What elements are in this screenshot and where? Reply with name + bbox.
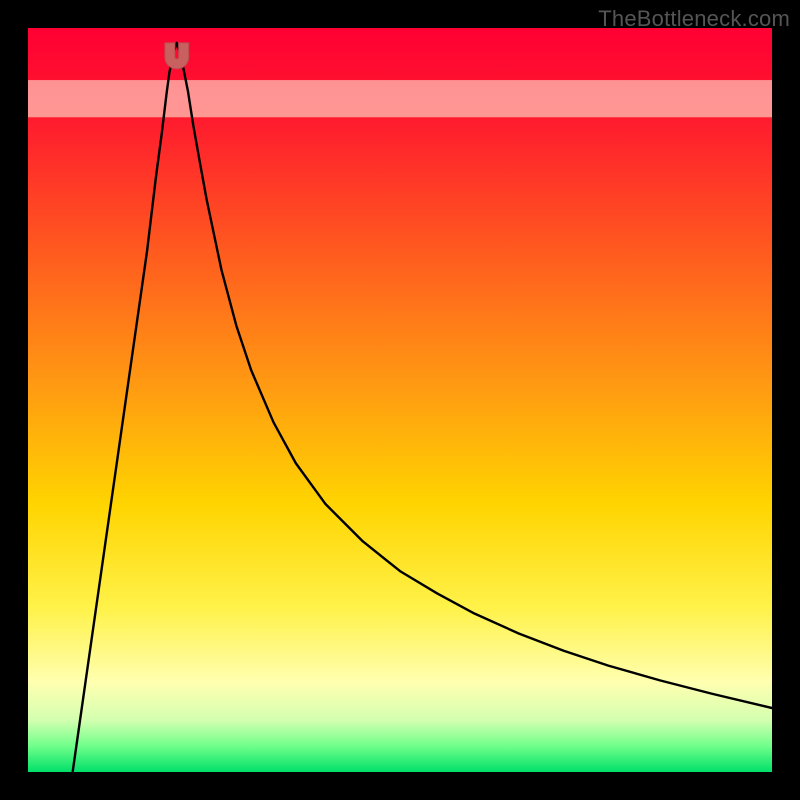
- white-band: [28, 80, 772, 117]
- gradient-background: [28, 28, 772, 772]
- chart-svg: [28, 28, 772, 772]
- chart-frame: TheBottleneck.com: [0, 0, 800, 800]
- chart-plot-area: [28, 28, 772, 772]
- watermark-text: TheBottleneck.com: [598, 6, 790, 32]
